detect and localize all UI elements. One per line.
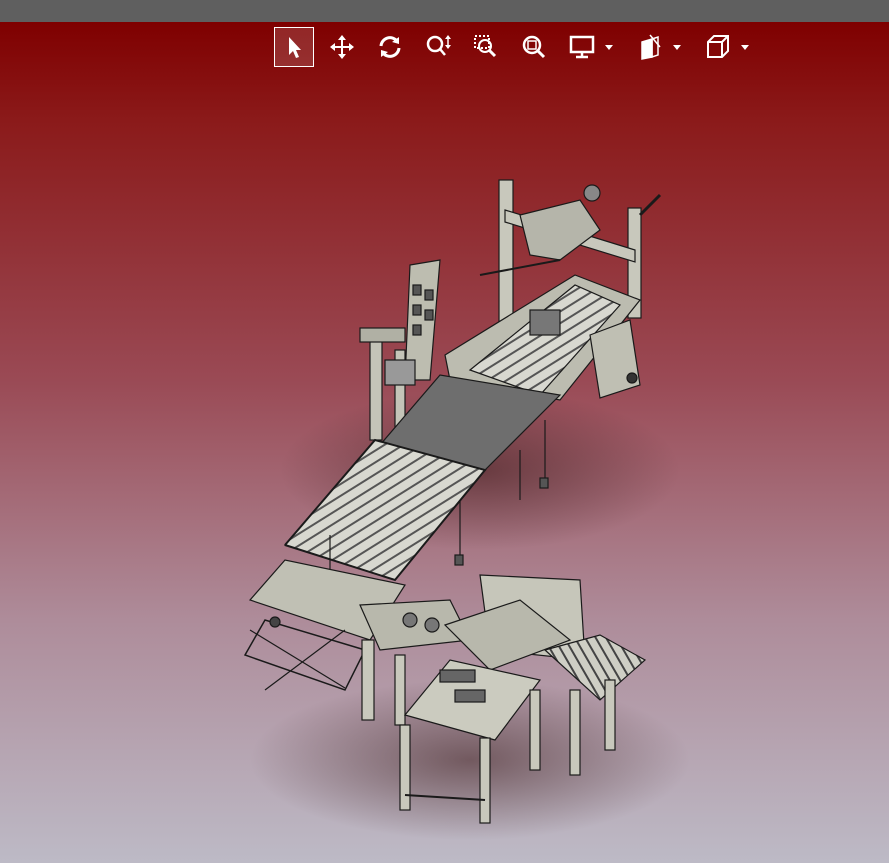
zoom-window-icon	[474, 35, 497, 58]
monitor-icon	[569, 35, 595, 59]
standard-views-button[interactable]	[698, 27, 738, 67]
zoom-window-tool-button[interactable]	[466, 27, 506, 67]
display-mode-dropdown[interactable]	[602, 27, 616, 67]
select-tool-button[interactable]	[274, 27, 314, 67]
chevron-down-icon	[741, 45, 749, 50]
zoom-fit-tool-button[interactable]	[514, 27, 554, 67]
section-view-dropdown[interactable]	[670, 27, 684, 67]
rotate-icon	[379, 36, 401, 58]
model-canvas[interactable]	[0, 0, 889, 863]
rotate-tool-button[interactable]	[370, 27, 410, 67]
zoom-tool-button[interactable]	[418, 27, 458, 67]
section-view-button[interactable]	[630, 27, 670, 67]
standard-views-dropdown[interactable]	[738, 27, 752, 67]
section-view-icon	[641, 34, 661, 60]
3d-viewer[interactable]	[0, 0, 889, 863]
zoom-icon	[426, 35, 451, 56]
zoom-fit-icon	[522, 35, 546, 59]
chevron-down-icon	[605, 45, 613, 50]
pan-tool-button[interactable]	[322, 27, 362, 67]
move-arrows-icon	[330, 35, 354, 59]
case-sealer-machine	[444, 179, 662, 401]
display-mode-button[interactable]	[562, 27, 602, 67]
view-toolbar	[274, 27, 766, 67]
chevron-down-icon	[673, 45, 681, 50]
cube-view-icon	[707, 35, 729, 58]
pointer-arrow-icon	[289, 37, 301, 58]
